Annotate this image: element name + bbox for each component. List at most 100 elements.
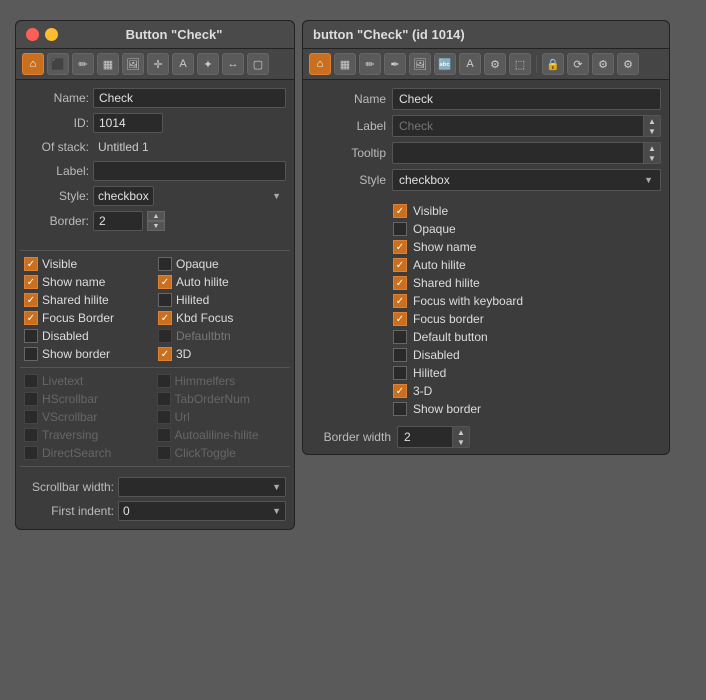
r-autohilite-checkbox[interactable] [393, 258, 407, 272]
border-width-input[interactable] [397, 426, 452, 448]
r-showname-checkbox[interactable] [393, 240, 407, 254]
r-cb-sharedhilite: Shared hilite [393, 276, 661, 290]
defaultbtn-checkbox[interactable] [158, 329, 172, 343]
url-checkbox [157, 410, 171, 424]
checkbox-showborder: Show border [24, 347, 152, 361]
greyed-clicktoggle: ClickToggle [157, 446, 287, 460]
r-visible-checkbox[interactable] [393, 204, 407, 218]
r-toolbar-image-icon[interactable]: 🖼 [409, 53, 431, 75]
toolbar-border-icon[interactable]: ▢ [247, 53, 269, 75]
disabled-checkbox[interactable] [24, 329, 38, 343]
r-label-input[interactable] [392, 115, 643, 137]
focusborder-label: Focus Border [42, 311, 114, 325]
r-label-label: Label [311, 119, 386, 133]
r-toolbar-settings-icon[interactable]: ⚙ [592, 53, 614, 75]
r-toolbar-home-icon[interactable]: ⌂ [309, 53, 331, 75]
r-toolbar-box-icon[interactable]: ⬚ [509, 53, 531, 75]
r-showborder-checkbox[interactable] [393, 402, 407, 416]
border-width-down-button[interactable]: ▼ [453, 437, 469, 447]
border-width-up-button[interactable]: ▲ [453, 427, 469, 437]
greyed-row-5: DirectSearch ClickToggle [16, 446, 294, 460]
livetext-label: Livetext [42, 374, 83, 388]
r-toolbar-gear-icon[interactable]: ⚙ [484, 53, 506, 75]
scrollbar-select[interactable] [118, 477, 286, 497]
r-tooltip-up-button[interactable]: ▲ [644, 143, 660, 153]
r-hilited-checkbox[interactable] [393, 366, 407, 380]
r-toolbar-config-icon[interactable]: ⚙ [617, 53, 639, 75]
style-select[interactable]: checkbox [93, 186, 154, 206]
r-toolbar-pencil-icon[interactable]: ✏ [359, 53, 381, 75]
label-label: Label: [24, 164, 89, 178]
r-tooltip-input[interactable] [392, 142, 643, 164]
right-toolbar: ⌂ ▦ ✏ ✒ 🖼 🔤 A ⚙ ⬚ 🔒 ⟳ ⚙ ⚙ [303, 49, 669, 80]
r-style-row: Style checkbox [311, 169, 661, 191]
r-focuskeyboard-checkbox[interactable] [393, 294, 407, 308]
r-tooltip-down-button[interactable]: ▼ [644, 153, 660, 163]
border-up-button[interactable]: ▲ [147, 211, 165, 221]
r-autohilite-label: Auto hilite [413, 258, 466, 272]
greyed-hscrollbar: HScrollbar [24, 392, 154, 406]
r-defaultbutton-checkbox[interactable] [393, 330, 407, 344]
autoaliline-label: Autoaliline-hilite [175, 428, 259, 442]
visible-checkbox[interactable] [24, 257, 38, 271]
r-tooltip-row: Tooltip ▲ ▼ [311, 142, 661, 164]
traversing-checkbox [24, 428, 38, 442]
toolbar-image2-icon[interactable]: 🖼 [122, 53, 144, 75]
label-input[interactable] [93, 161, 286, 181]
r-toolbar-pen-icon[interactable]: ✒ [384, 53, 406, 75]
url-label: Url [175, 410, 190, 424]
toolbar-home-icon[interactable]: ⌂ [22, 53, 44, 75]
close-button[interactable] [26, 28, 39, 41]
r-label-up-button[interactable]: ▲ [644, 116, 660, 126]
kbdfocus-checkbox[interactable] [158, 311, 172, 325]
toolbar-add-icon[interactable]: ✛ [147, 53, 169, 75]
showname-label: Show name [42, 275, 105, 289]
minimize-button[interactable] [45, 28, 58, 41]
clicktoggle-checkbox [157, 446, 171, 460]
threed-checkbox[interactable] [158, 347, 172, 361]
hilited-label: Hilited [176, 293, 209, 307]
firstindent-label: First indent: [24, 504, 114, 518]
r-cb-hilited: Hilited [393, 366, 661, 380]
focusborder-checkbox[interactable] [24, 311, 38, 325]
r-label-down-button[interactable]: ▼ [644, 126, 660, 136]
showname-checkbox[interactable] [24, 275, 38, 289]
autohilite-checkbox[interactable] [158, 275, 172, 289]
r-toolbar-text-icon[interactable]: 🔤 [434, 53, 456, 75]
r-sharedhilite-checkbox[interactable] [393, 276, 407, 290]
id-row: ID: [24, 113, 286, 133]
toolbar-effect-icon[interactable]: ✦ [197, 53, 219, 75]
r-toolbar-refresh-icon[interactable]: ⟳ [567, 53, 589, 75]
sharedhilite-checkbox[interactable] [24, 293, 38, 307]
toolbar-image-icon[interactable]: ▦ [97, 53, 119, 75]
style-label: Style: [24, 189, 89, 203]
r-disabled-checkbox[interactable] [393, 348, 407, 362]
hilited-checkbox[interactable] [158, 293, 172, 307]
toolbar-stack-icon[interactable]: ⬛ [47, 53, 69, 75]
divider-2 [20, 367, 290, 368]
border-input[interactable] [93, 211, 143, 231]
toolbar-resize-icon[interactable]: ↔ [222, 53, 244, 75]
r-toolbar-lock-icon[interactable]: 🔒 [542, 53, 564, 75]
r-style-select[interactable]: checkbox [392, 169, 661, 191]
checkbox-disabled: Disabled [24, 329, 152, 343]
toolbar-pencil-icon[interactable]: ✏ [72, 53, 94, 75]
border-down-button[interactable]: ▼ [147, 221, 165, 231]
r-name-row: Name [311, 88, 661, 110]
border-control: ▲ ▼ [93, 211, 165, 231]
id-input[interactable] [93, 113, 163, 133]
opaque-checkbox[interactable] [158, 257, 172, 271]
showborder-checkbox[interactable] [24, 347, 38, 361]
toolbar-text-icon[interactable]: A [172, 53, 194, 75]
showborder-label: Show border [42, 347, 110, 361]
r-name-input[interactable] [392, 88, 661, 110]
firstindent-select[interactable]: 0 [118, 501, 286, 521]
r-toolbar-a-icon[interactable]: A [459, 53, 481, 75]
r-focusborder-checkbox[interactable] [393, 312, 407, 326]
name-row: Name: [24, 88, 286, 108]
r-3d-checkbox[interactable] [393, 384, 407, 398]
r-opaque-checkbox[interactable] [393, 222, 407, 236]
name-input[interactable] [93, 88, 286, 108]
checkbox-autohilite: Auto hilite [158, 275, 286, 289]
r-toolbar-grid-icon[interactable]: ▦ [334, 53, 356, 75]
